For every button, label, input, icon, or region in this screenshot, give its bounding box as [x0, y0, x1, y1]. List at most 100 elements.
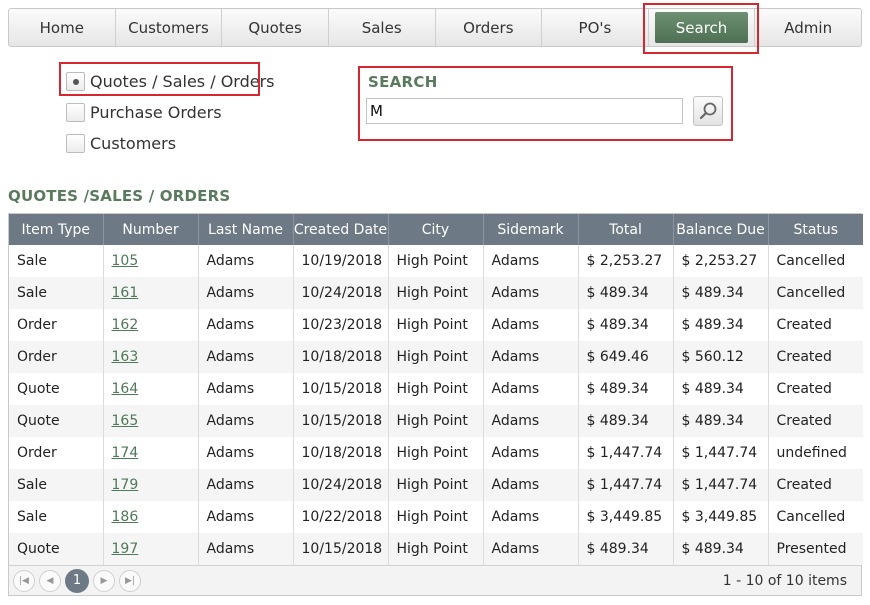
cell-city: High Point: [388, 341, 484, 373]
cell-item-type: Quote: [9, 373, 104, 405]
pager-prev-button[interactable]: ◀: [39, 569, 61, 592]
cell-total: $ 1,447.74: [578, 437, 674, 469]
cell-number: 186: [103, 501, 199, 533]
scope-purchase-orders[interactable]: Purchase Orders: [66, 97, 275, 128]
cell-number: 163: [103, 341, 199, 373]
col-header-number[interactable]: Number: [103, 214, 199, 245]
order-number-link[interactable]: 163: [112, 349, 139, 365]
pager: |◀ ◀ 1 ▶ ▶| 1 - 10 of 10 items: [9, 565, 861, 595]
cell-balance-due: $ 2,253.27: [673, 245, 769, 277]
cell-status: undefined: [768, 437, 863, 469]
cell-total: $ 3,449.85: [578, 501, 674, 533]
col-header-sidemark[interactable]: Sidemark: [483, 214, 579, 245]
nav-pos[interactable]: PO's: [542, 9, 649, 46]
cell-sidemark: Adams: [483, 341, 579, 373]
search-input[interactable]: [366, 98, 683, 124]
scope-customers[interactable]: Customers: [66, 128, 275, 159]
nav-search-active-pill: Search: [654, 12, 749, 43]
cell-balance-due: $ 1,447.74: [673, 437, 769, 469]
nav-customers[interactable]: Customers: [116, 9, 223, 46]
col-header-last-name[interactable]: Last Name: [198, 214, 294, 245]
cell-balance-due: $ 489.34: [673, 533, 769, 565]
nav-admin[interactable]: Admin: [755, 9, 861, 46]
pager-next-button[interactable]: ▶: [93, 569, 115, 592]
magnifier-icon: [699, 102, 717, 120]
cell-balance-due: $ 560.12: [673, 341, 769, 373]
order-number-link[interactable]: 174: [112, 445, 139, 461]
order-number-link[interactable]: 164: [112, 381, 139, 397]
table-row[interactable]: Quote 164 Adams 10/15/2018 High Point Adams $ …: [9, 373, 863, 405]
cell-last-name: Adams: [198, 469, 294, 501]
order-number-link[interactable]: 179: [112, 477, 139, 493]
nav-sales[interactable]: Sales: [329, 9, 436, 46]
cell-balance-due: $ 489.34: [673, 373, 769, 405]
cell-created-date: 10/22/2018: [293, 501, 389, 533]
radio-customers[interactable]: [66, 134, 85, 153]
table-row[interactable]: Order 162 Adams 10/23/2018 High Point Adams $ …: [9, 309, 863, 341]
cell-number: 165: [103, 405, 199, 437]
cell-status: Created: [768, 405, 863, 437]
cell-number: 179: [103, 469, 199, 501]
pager-current-page[interactable]: 1: [65, 568, 89, 593]
cell-city: High Point: [388, 501, 484, 533]
nav-home[interactable]: Home: [9, 9, 116, 46]
scope-quotes-sales-orders[interactable]: Quotes / Sales / Orders: [66, 66, 275, 97]
cell-city: High Point: [388, 405, 484, 437]
table-row[interactable]: Quote 197 Adams 10/15/2018 High Point Adams $ …: [9, 533, 863, 565]
scope-quotes-sales-orders-label: Quotes / Sales / Orders: [90, 72, 275, 91]
col-header-item-type[interactable]: Item Type: [9, 214, 104, 245]
cell-item-type: Sale: [9, 469, 104, 501]
cell-status: Cancelled: [768, 501, 863, 533]
cell-total: $ 489.34: [578, 533, 674, 565]
cell-status: Created: [768, 341, 863, 373]
cell-sidemark: Adams: [483, 533, 579, 565]
cell-item-type: Sale: [9, 245, 104, 277]
cell-total: $ 1,447.74: [578, 469, 674, 501]
first-page-icon: |◀: [19, 575, 29, 586]
cell-balance-due: $ 3,449.85: [673, 501, 769, 533]
table-row[interactable]: Sale 186 Adams 10/22/2018 High Point Adams $ 3…: [9, 501, 863, 533]
scope-purchase-orders-label: Purchase Orders: [90, 103, 222, 122]
cell-last-name: Adams: [198, 405, 294, 437]
pager-last-button[interactable]: ▶|: [119, 569, 141, 592]
cell-created-date: 10/23/2018: [293, 309, 389, 341]
cell-balance-due: $ 1,447.74: [673, 469, 769, 501]
cell-status: Created: [768, 373, 863, 405]
radio-quotes-sales-orders[interactable]: [66, 72, 85, 91]
col-header-city[interactable]: City: [388, 214, 484, 245]
cell-created-date: 10/18/2018: [293, 341, 389, 373]
cell-item-type: Quote: [9, 533, 104, 565]
table-row[interactable]: Sale 179 Adams 10/24/2018 High Point Adams $ 1…: [9, 469, 863, 501]
table-row[interactable]: Sale 161 Adams 10/24/2018 High Point Adams $ 4…: [9, 277, 863, 309]
table-row[interactable]: Sale 105 Adams 10/19/2018 High Point Adams $ 2…: [9, 245, 863, 277]
order-number-link[interactable]: 186: [112, 509, 139, 525]
search-button[interactable]: [693, 96, 723, 126]
nav-search[interactable]: Search: [649, 9, 756, 46]
table-header-row: Item Type Number Last Name Created Date …: [9, 214, 863, 245]
radio-purchase-orders[interactable]: [66, 103, 85, 122]
cell-item-type: Order: [9, 309, 104, 341]
search-title: SEARCH: [368, 73, 438, 91]
col-header-total[interactable]: Total: [578, 214, 674, 245]
cell-last-name: Adams: [198, 341, 294, 373]
col-header-status[interactable]: Status: [768, 214, 863, 245]
pager-first-button[interactable]: |◀: [13, 569, 35, 592]
order-number-link[interactable]: 105: [112, 253, 139, 269]
nav-quotes[interactable]: Quotes: [222, 9, 329, 46]
order-number-link[interactable]: 161: [112, 285, 139, 301]
results-title: QUOTES /SALES / ORDERS: [8, 187, 231, 205]
cell-sidemark: Adams: [483, 437, 579, 469]
table-row[interactable]: Quote 165 Adams 10/15/2018 High Point Adams $ …: [9, 405, 863, 437]
col-header-created-date[interactable]: Created Date: [293, 214, 389, 245]
cell-created-date: 10/15/2018: [293, 533, 389, 565]
table-row[interactable]: Order 174 Adams 10/18/2018 High Point Adams $ …: [9, 437, 863, 469]
table-row[interactable]: Order 163 Adams 10/18/2018 High Point Adams $ …: [9, 341, 863, 373]
col-header-balance-due[interactable]: Balance Due: [673, 214, 769, 245]
order-number-link[interactable]: 162: [112, 317, 139, 333]
order-number-link[interactable]: 197: [112, 541, 139, 557]
cell-created-date: 10/24/2018: [293, 469, 389, 501]
cell-item-type: Sale: [9, 501, 104, 533]
order-number-link[interactable]: 165: [112, 413, 139, 429]
cell-number: 164: [103, 373, 199, 405]
nav-orders[interactable]: Orders: [436, 9, 543, 46]
